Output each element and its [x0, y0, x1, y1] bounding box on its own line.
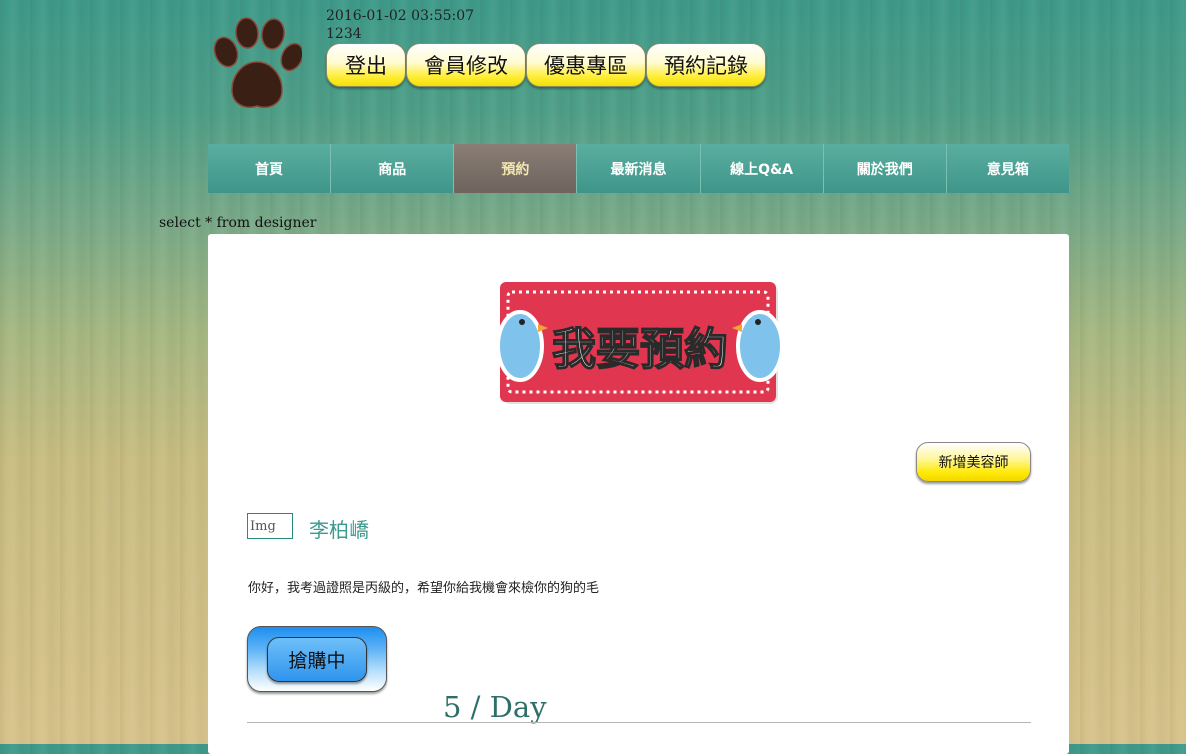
paw-logo-icon	[213, 17, 302, 108]
promotions-button[interactable]: 優惠專區	[526, 43, 646, 87]
nav-item-feedback[interactable]: 意見箱	[946, 144, 1069, 193]
nav-item-news[interactable]: 最新消息	[577, 144, 701, 193]
nav-item-booking[interactable]: 預約	[454, 144, 578, 193]
designer-photo-alt: Img	[250, 518, 276, 534]
booking-records-button[interactable]: 預約記錄	[646, 43, 766, 87]
nav-item-qa[interactable]: 線上Q&A	[700, 144, 824, 193]
designer-name: 李柏嶠	[309, 518, 369, 542]
session-datetime: 2016-01-02 03:55:07	[326, 8, 475, 24]
session-info: 2016-01-02 03:55:07 1234	[326, 7, 474, 43]
nav-item-products[interactable]: 商品	[331, 144, 455, 193]
member-edit-button[interactable]: 會員修改	[406, 43, 526, 87]
nav-item-home[interactable]: 首頁	[208, 144, 332, 193]
session-user-id: 1234	[326, 26, 362, 42]
designer-photo: Img	[247, 513, 293, 539]
rate-per-day: 5 / Day	[443, 690, 547, 724]
banner-text: 我要預約	[552, 324, 728, 375]
buy-now-button[interactable]: 搶購中	[267, 637, 367, 682]
designer-message: 你好，我考過證照是丙級的，希望你給我機會來檢你的狗的毛	[248, 581, 600, 596]
add-designer-button[interactable]: 新增美容師	[916, 442, 1031, 482]
booking-banner: 我要預約	[496, 282, 784, 404]
logout-button[interactable]: 登出	[326, 43, 406, 87]
nav-item-about[interactable]: 關於我們	[823, 144, 947, 193]
debug-sql-text: select * from designer	[159, 215, 317, 231]
main-nav: 首頁 商品 預約 最新消息 線上Q&A 關於我們 意見箱	[208, 144, 1069, 193]
divider	[247, 722, 1031, 723]
